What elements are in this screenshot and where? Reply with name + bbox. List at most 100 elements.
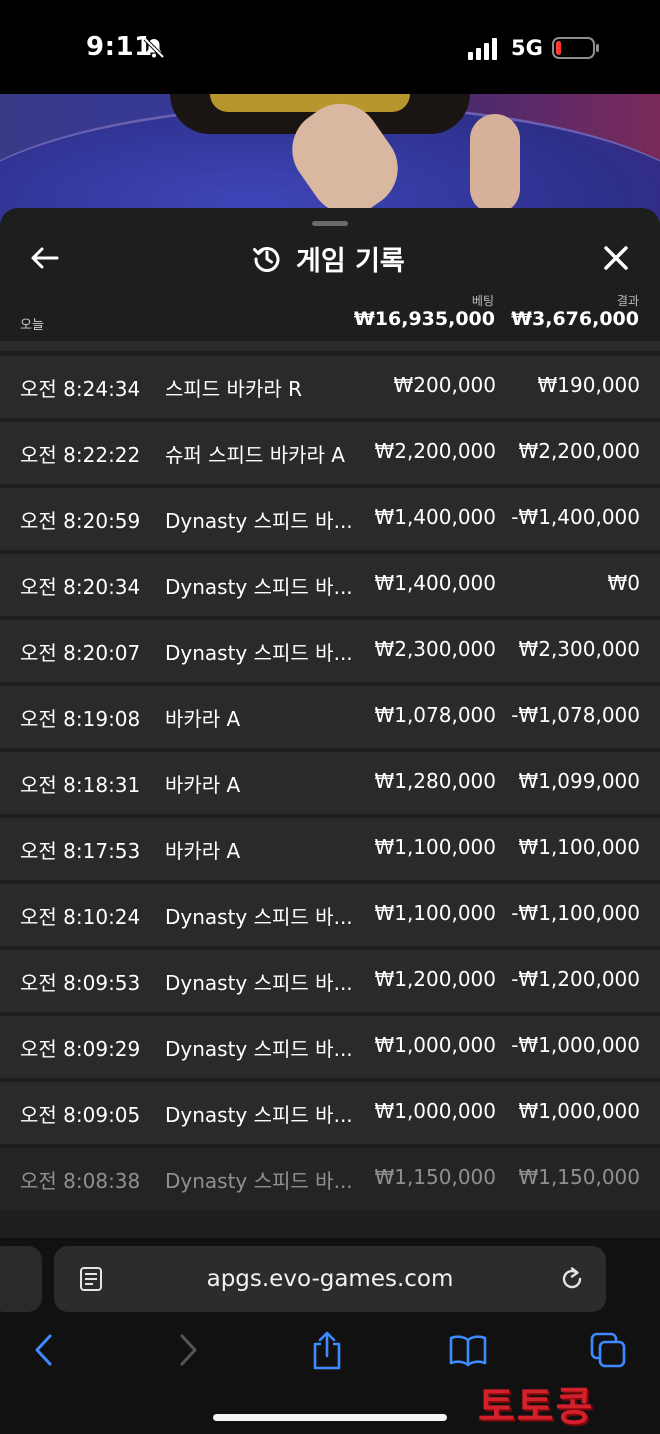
row-result: ₩1,000,000 xyxy=(518,1099,640,1123)
address-bar[interactable]: apgs.evo-games.com xyxy=(54,1246,606,1312)
row-game: Dynasty 스피드 바... xyxy=(165,1103,353,1127)
row-time: 오전 8:18:31 xyxy=(20,773,141,797)
browser-toolbar: apgs.evo-games.com 토토콩 xyxy=(0,1238,660,1434)
nav-back-button[interactable] xyxy=(24,1330,64,1370)
row-result: ₩1,150,000 xyxy=(518,1165,640,1189)
row-result: -₩1,000,000 xyxy=(511,1033,640,1057)
row-bet: ₩1,400,000 xyxy=(374,505,496,529)
row-result: -₩1,400,000 xyxy=(511,505,640,529)
home-indicator[interactable] xyxy=(213,1414,447,1421)
share-icon xyxy=(313,1331,341,1370)
arrow-left-icon xyxy=(31,247,59,269)
row-bet: ₩1,280,000 xyxy=(374,769,496,793)
battery-icon xyxy=(552,37,599,59)
row-game: Dynasty 스피드 바... xyxy=(165,1169,353,1193)
reload-icon[interactable] xyxy=(558,1265,586,1293)
row-time: 오전 8:09:53 xyxy=(20,971,141,995)
history-clock-icon xyxy=(253,247,280,272)
address-text[interactable]: apgs.evo-games.com xyxy=(54,1266,606,1292)
signal-icon xyxy=(468,38,497,60)
row-result: -₩1,100,000 xyxy=(511,901,640,925)
row-result: -₩1,200,000 xyxy=(511,967,640,991)
row-result: ₩0 xyxy=(607,571,641,595)
history-row[interactable]: 오전 8:24:34 스피드 바카라 R ₩200,000 ₩190,000 xyxy=(0,356,660,418)
close-button[interactable] xyxy=(596,238,636,278)
history-row[interactable]: 오전 8:09:05 Dynasty 스피드 바... ₩1,000,000 ₩… xyxy=(0,1082,660,1144)
history-row[interactable]: 오전 8:22:22 슈퍼 스피드 바카라 A ₩2,200,000 ₩2,20… xyxy=(0,422,660,484)
row-bet: ₩1,078,000 xyxy=(374,703,496,727)
row-result: ₩1,099,000 xyxy=(518,769,640,793)
history-row[interactable]: 오전 8:20:59 Dynasty 스피드 바... ₩1,400,000 -… xyxy=(0,488,660,550)
row-bet: ₩1,100,000 xyxy=(374,835,496,859)
row-game: 슈퍼 스피드 바카라 A xyxy=(165,443,345,467)
history-row[interactable]: 오전 8:09:53 Dynasty 스피드 바... ₩1,200,000 -… xyxy=(0,950,660,1012)
chevron-left-icon xyxy=(35,1334,52,1366)
row-game: Dynasty 스피드 바... xyxy=(165,1037,353,1061)
row-game: Dynasty 스피드 바... xyxy=(165,509,353,533)
row-game: 바카라 A xyxy=(165,707,241,731)
bookmarks-button[interactable] xyxy=(448,1330,488,1370)
row-bet: ₩2,300,000 xyxy=(374,637,496,661)
chevron-right-icon xyxy=(180,1334,197,1366)
dealer-uniform-trim xyxy=(210,94,410,112)
row-bet: ₩1,100,000 xyxy=(374,901,496,925)
row-bet: ₩2,200,000 xyxy=(374,439,496,463)
history-row[interactable]: 오전 8:20:07 Dynasty 스피드 바... ₩2,300,000 ₩… xyxy=(0,620,660,682)
bell-slash-icon xyxy=(143,37,165,59)
live-video-background xyxy=(0,94,660,224)
row-time: 오전 8:10:24 xyxy=(20,905,141,929)
row-result: ₩2,300,000 xyxy=(518,637,640,661)
share-button[interactable] xyxy=(307,1330,347,1370)
row-result: ₩1,100,000 xyxy=(518,835,640,859)
nav-forward-button[interactable] xyxy=(168,1330,208,1370)
back-button[interactable] xyxy=(22,240,66,276)
row-game: Dynasty 스피드 바... xyxy=(165,971,353,995)
today-label: 오늘 xyxy=(20,318,44,333)
history-row[interactable]: 오전 8:20:34 Dynasty 스피드 바... ₩1,400,000 ₩… xyxy=(0,554,660,616)
row-time: 오전 8:09:29 xyxy=(20,1037,141,1061)
panel-title-text: 게임 기록 xyxy=(296,245,405,277)
row-time: 오전 8:17:53 xyxy=(20,839,141,863)
row-time: 오전 8:20:34 xyxy=(20,575,141,599)
drag-handle[interactable] xyxy=(312,221,348,226)
history-row[interactable]: 오전 8:10:24 Dynasty 스피드 바... ₩1,100,000 -… xyxy=(0,884,660,946)
row-time: 오전 8:08:38 xyxy=(20,1169,141,1193)
history-list: 오전 8:24:34 스피드 바카라 R ₩200,000 ₩190,000 오… xyxy=(0,356,660,1214)
row-bet: ₩1,150,000 xyxy=(374,1165,496,1189)
summary-divider xyxy=(0,341,660,351)
row-bet: ₩200,000 xyxy=(393,373,496,397)
result-total: ₩3,676,000 xyxy=(511,308,639,330)
row-bet: ₩1,000,000 xyxy=(374,1099,496,1123)
tabs-icon xyxy=(590,1332,626,1368)
row-game: Dynasty 스피드 바... xyxy=(165,905,353,929)
row-time: 오전 8:22:22 xyxy=(20,443,141,467)
summary-header: 오늘 베팅 결과 ₩16,935,000 ₩3,676,000 xyxy=(0,288,660,342)
row-time: 오전 8:09:05 xyxy=(20,1103,141,1127)
previous-tab-preview[interactable] xyxy=(0,1246,42,1312)
history-row[interactable]: 오전 8:18:31 바카라 A ₩1,280,000 ₩1,099,000 xyxy=(0,752,660,814)
bet-column-label: 베팅 xyxy=(471,294,494,308)
history-row[interactable]: 오전 8:19:08 바카라 A ₩1,078,000 -₩1,078,000 xyxy=(0,686,660,748)
game-history-panel: 게임 기록 오늘 베팅 결과 ₩16,935,000 ₩3,676,000 오전… xyxy=(0,208,660,1238)
panel-title: 게임 기록 xyxy=(252,238,405,278)
row-time: 오전 8:20:59 xyxy=(20,509,141,533)
row-bet: ₩1,200,000 xyxy=(374,967,496,991)
row-game: Dynasty 스피드 바... xyxy=(165,575,353,599)
history-row[interactable]: 오전 8:08:38 Dynasty 스피드 바... ₩1,150,000 ₩… xyxy=(0,1148,660,1210)
history-row[interactable]: 오전 8:17:53 바카라 A ₩1,100,000 ₩1,100,000 xyxy=(0,818,660,880)
row-result: ₩190,000 xyxy=(537,373,640,397)
watermark: 토토콩 xyxy=(478,1384,595,1430)
row-game: 스피드 바카라 R xyxy=(165,377,303,401)
row-time: 오전 8:19:08 xyxy=(20,707,141,731)
close-icon xyxy=(604,246,628,270)
row-time: 오전 8:24:34 xyxy=(20,377,141,401)
network-label: 5G xyxy=(511,36,543,60)
result-column-label: 결과 xyxy=(616,294,639,308)
status-bar: 9:11 5G xyxy=(0,0,660,94)
history-row[interactable]: 오전 8:09:29 Dynasty 스피드 바... ₩1,000,000 -… xyxy=(0,1016,660,1078)
tabs-button[interactable] xyxy=(588,1330,628,1370)
row-time: 오전 8:20:07 xyxy=(20,641,141,665)
row-bet: ₩1,400,000 xyxy=(374,571,496,595)
row-bet: ₩1,000,000 xyxy=(374,1033,496,1057)
row-result: -₩1,078,000 xyxy=(511,703,640,727)
